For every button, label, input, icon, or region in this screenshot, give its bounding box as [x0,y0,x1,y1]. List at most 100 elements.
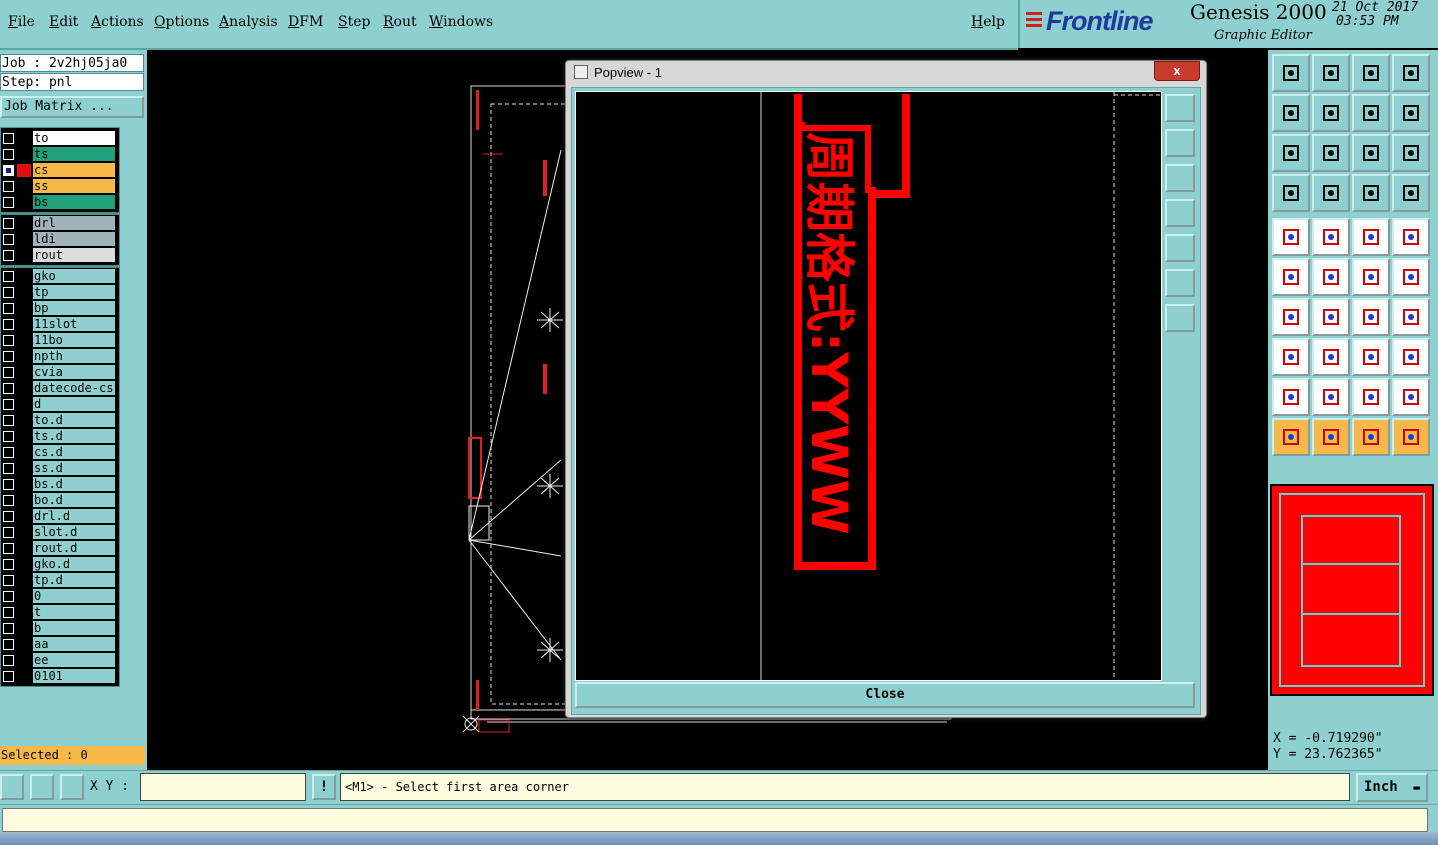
layer-row-11bo[interactable]: 11bo [1,333,119,348]
layer-row-tp.d[interactable]: tp.d [1,573,119,588]
select4-icon[interactable] [1392,418,1430,456]
scale-icon[interactable] [1352,134,1390,172]
layer-row-npth[interactable]: npth [1,349,119,364]
layer-checkbox[interactable] [3,271,14,282]
menu-options[interactable]: Options [154,14,209,30]
flip-icon[interactable] [1392,94,1430,132]
frame-icon[interactable] [1392,54,1430,92]
layer-name[interactable]: datecode-cs [33,381,115,395]
layer-row-ss[interactable]: ss [1,179,119,194]
layer-row-cs.d[interactable]: cs.d [1,445,119,460]
layer-right-icon[interactable] [1312,94,1350,132]
layer-name[interactable]: drl.d [33,509,115,523]
layer-row-ts.d[interactable]: ts.d [1,429,119,444]
layer-checkbox[interactable] [3,181,14,192]
menu-dfm[interactable]: DFM [288,14,323,30]
layer-row-0[interactable]: 0 [1,589,119,604]
menu-windows[interactable]: Windows [429,14,493,30]
layer-left-icon[interactable] [1272,94,1310,132]
triangle2-icon[interactable] [1312,378,1350,416]
home-icon[interactable] [1352,54,1390,92]
point-icon[interactable] [1352,258,1390,296]
layer-row-to[interactable]: to [1,131,119,146]
layer-checkbox[interactable] [3,447,14,458]
measure-icon[interactable] [1272,174,1310,212]
layer-row-bp[interactable]: bp [1,301,119,316]
layer-name[interactable]: bs [33,195,115,209]
layer-row-drl[interactable]: drl [1,216,119,231]
layer-row-cs[interactable]: cs [1,163,119,178]
layer-checkbox[interactable] [3,165,14,176]
layer-checkbox[interactable] [3,591,14,602]
xy-input[interactable] [140,773,306,801]
layer-checkbox[interactable] [3,559,14,570]
layer-checkbox[interactable] [3,431,14,442]
pan-up-button[interactable] [1165,129,1195,157]
layer-name[interactable]: drl [33,216,115,230]
layer-row-cvia[interactable]: cvia [1,365,119,380]
layer-row-gko[interactable]: gko [1,269,119,284]
layer-name[interactable]: 0101 [33,669,115,683]
route2-icon[interactable] [1392,174,1430,212]
layer-row-tp[interactable]: tp [1,285,119,300]
pan-right-button[interactable] [1165,234,1195,262]
layer-name[interactable]: 11slot [33,317,115,331]
layer-checkbox[interactable] [3,234,14,245]
layer-name[interactable]: ts [33,147,115,161]
layer-row-aa[interactable]: aa [1,637,119,652]
layer-checkbox[interactable] [3,133,14,144]
minus-icon[interactable] [1312,338,1350,376]
layer-row-b[interactable]: b [1,621,119,636]
layer-row-bs.d[interactable]: bs.d [1,477,119,492]
layer-row-rout[interactable]: rout [1,248,119,263]
zoom-out-button[interactable] [1165,304,1195,332]
layer-row-datecode-cs[interactable]: datecode-cs [1,381,119,396]
line-icon[interactable] [1272,298,1310,336]
snap-button[interactable] [0,774,24,800]
layer-name[interactable]: cs.d [33,445,115,459]
layer-checkbox[interactable] [3,351,14,362]
layer-name[interactable]: b [33,621,115,635]
layer-name[interactable]: d [33,397,115,411]
layer-checkbox[interactable] [3,218,14,229]
zoom-in-button[interactable] [1165,269,1195,297]
layer-name[interactable]: tp [33,285,115,299]
ruler-icon[interactable] [1352,218,1390,256]
overview-map[interactable] [1270,484,1434,696]
layer-checkbox[interactable] [3,575,14,586]
layer-name[interactable]: rout.d [33,541,115,555]
help-icon[interactable] [1392,134,1430,172]
layer-name[interactable]: ts.d [33,429,115,443]
move-icon[interactable] [1272,338,1310,376]
step-up-icon[interactable] [1272,54,1310,92]
layer-row-to.d[interactable]: to.d [1,413,119,428]
fit-icon[interactable] [1272,134,1310,172]
layer-row-ts[interactable]: ts [1,147,119,162]
layer-row-slot.d[interactable]: slot.d [1,525,119,540]
grid-icon[interactable] [1312,174,1350,212]
swap-icon[interactable] [1352,94,1390,132]
arc-icon[interactable] [1352,298,1390,336]
zoom-window-button[interactable] [1165,94,1195,122]
route-icon[interactable] [1352,174,1390,212]
layer-row-0101[interactable]: 0101 [1,669,119,684]
layer-checkbox[interactable] [3,319,14,330]
menu-edit[interactable]: Edit [49,14,78,30]
layer-row-ss.d[interactable]: ss.d [1,461,119,476]
layer-name[interactable]: tp.d [33,573,115,587]
layer-name[interactable]: to [33,131,115,145]
center-icon[interactable] [1312,134,1350,172]
menu-actions[interactable]: Actions [91,14,144,30]
group-icon[interactable] [1392,338,1430,376]
polygon-icon[interactable] [1312,218,1350,256]
slash-icon[interactable] [1312,298,1350,336]
triangle4-icon[interactable] [1392,378,1430,416]
circle-icon[interactable] [1392,218,1430,256]
angle-button[interactable] [30,774,54,800]
layer-name[interactable]: ee [33,653,115,667]
menu-step[interactable]: Step [338,14,370,30]
job-matrix-button[interactable]: Job Matrix ... [0,96,144,118]
intersect-icon[interactable] [1312,258,1350,296]
popview-canvas[interactable]: 周期格式:YYWW [575,91,1162,681]
layer-name[interactable]: to.d [33,413,115,427]
